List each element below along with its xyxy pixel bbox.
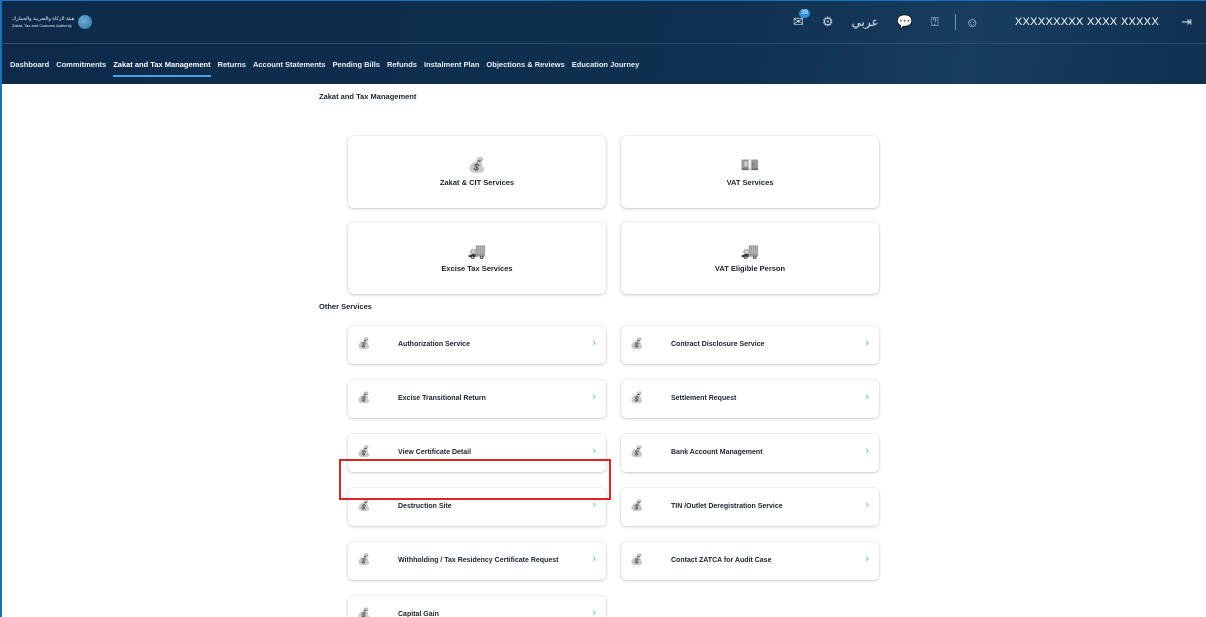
- logout-icon[interactable]: ⇥: [1181, 14, 1192, 30]
- header-top-bar: هيئة الزكاة والضريبة والجمارك Zakat, Tax…: [2, 1, 1206, 43]
- money-hand-icon: 💰: [357, 608, 371, 617]
- other-services-title: Other Services: [319, 302, 372, 311]
- other-service-label: TIN /Outlet Deregistration Service: [671, 503, 783, 510]
- chevron-right-icon: ›: [865, 391, 869, 403]
- service-card-excise-tax-services[interactable]: 🚚 Excise Tax Services: [348, 222, 606, 294]
- other-service-authorization-service[interactable]: 💰 Authorization Service ›: [348, 326, 606, 364]
- user-avatar-icon[interactable]: ☺: [966, 15, 979, 30]
- app-root: هيئة الزكاة والضريبة والجمارك Zakat, Tax…: [0, 0, 1206, 617]
- other-service-tin-outlet-deregistration-service[interactable]: 💰 TIN /Outlet Deregistration Service ›: [621, 488, 879, 526]
- other-service-label: Withholding / Tax Residency Certificate …: [398, 557, 559, 564]
- money-hand-icon: 💰: [467, 156, 487, 174]
- logo-english-text: Zakat, Tax and Customs Authority: [12, 23, 72, 28]
- nav-item-dashboard[interactable]: Dashboard: [10, 60, 49, 69]
- other-service-withholding-tax-residency-certificate-request[interactable]: 💰 Withholding / Tax Residency Certificate…: [348, 542, 606, 580]
- money-hand-icon: 💰: [357, 338, 371, 350]
- other-service-label: Bank Account Management: [671, 449, 763, 456]
- chat-icon[interactable]: 💬: [897, 14, 913, 30]
- money-hand-icon: 💰: [630, 338, 644, 350]
- help-icon[interactable]: ⍰: [931, 14, 939, 30]
- chevron-right-icon: ›: [865, 499, 869, 511]
- other-service-label: Authorization Service: [398, 341, 470, 348]
- logo-emblem-icon: [78, 15, 93, 29]
- truck-icon: 🚚: [467, 242, 487, 260]
- nav-item-account-statements[interactable]: Account Statements: [253, 60, 326, 69]
- other-service-label: Excise Transitional Return: [398, 395, 486, 402]
- service-card-label: VAT Eligible Person: [714, 263, 786, 273]
- other-service-label: Destruction Site: [398, 503, 452, 510]
- nav-item-returns[interactable]: Returns: [218, 60, 246, 69]
- logo-arabic-text: هيئة الزكاة والضريبة والجمارك: [12, 16, 75, 22]
- notification-badge: 39: [799, 9, 810, 18]
- money-hand-icon: 💰: [630, 554, 644, 566]
- nav-item-zakat-and-tax-management[interactable]: Zakat and Tax Management: [113, 60, 211, 77]
- username-label[interactable]: XXXXXXXXX XXXX XXXXX: [1015, 16, 1159, 28]
- header: هيئة الزكاة والضريبة والجمارك Zakat, Tax…: [2, 1, 1206, 84]
- money-hand-icon: 💰: [357, 500, 371, 512]
- service-card-vat-eligible-person[interactable]: 🚚 VAT Eligible Person: [621, 222, 879, 294]
- chevron-right-icon: ›: [865, 553, 869, 565]
- other-service-label: Contract Disclosure Service: [671, 341, 765, 348]
- chevron-right-icon: ›: [592, 391, 596, 403]
- nav-item-pending-bills[interactable]: Pending Bills: [332, 60, 380, 69]
- other-service-label: View Certificate Detail: [398, 449, 472, 456]
- nav-item-education-journey[interactable]: Education Journey: [572, 60, 640, 69]
- service-card-zakat-cit-services[interactable]: 💰 Zakat & CIT Services: [348, 136, 606, 208]
- service-card-label: Excise Tax Services: [441, 263, 513, 273]
- nav-item-commitments[interactable]: Commitments: [56, 60, 106, 69]
- money-hand-icon: 💰: [630, 446, 644, 458]
- chevron-right-icon: ›: [592, 553, 596, 565]
- money-hand-icon: 💰: [357, 392, 371, 404]
- main-nav: Dashboard Commitments Zakat and Tax Manage…: [2, 44, 646, 84]
- money-hand-icon: 💰: [630, 500, 644, 512]
- mail-icon[interactable]: ✉ 39: [793, 9, 810, 30]
- page-title: Zakat and Tax Management: [319, 92, 417, 101]
- service-card-label: Zakat & CIT Services: [439, 177, 515, 187]
- chevron-right-icon: ›: [592, 499, 596, 511]
- chevron-right-icon: ›: [592, 337, 596, 349]
- other-service-contract-disclosure-service[interactable]: 💰 Contract Disclosure Service ›: [621, 326, 879, 364]
- money-hand-icon: 💰: [630, 392, 644, 404]
- other-service-label: Contact ZATCA for Audit Case: [671, 557, 772, 564]
- header-actions: ✉ 39 ⚙ عربي 💬 ⍰ ☺ XXXXXXXXX XXXX XXXXX ⇥: [775, 1, 1206, 43]
- other-service-excise-transitional-return[interactable]: 💰 Excise Transitional Return ›: [348, 380, 606, 418]
- logo-text: هيئة الزكاة والضريبة والجمارك Zakat, Tax…: [12, 16, 74, 28]
- other-service-settlement-request[interactable]: 💰 Settlement Request ›: [621, 380, 879, 418]
- header-separator: [954, 14, 956, 30]
- service-card-vat-services[interactable]: 💵 VAT Services: [621, 136, 879, 208]
- other-service-bank-account-management[interactable]: 💰 Bank Account Management ›: [621, 434, 879, 472]
- language-toggle[interactable]: عربي: [852, 15, 879, 29]
- settings-gears-icon[interactable]: ⚙: [822, 14, 834, 30]
- other-service-label: Capital Gain: [398, 611, 439, 617]
- money-hand-icon: 💰: [357, 554, 371, 566]
- money-hand-icon: 💰: [357, 446, 371, 458]
- chevron-right-icon: ›: [865, 445, 869, 457]
- other-service-view-certificate-detail[interactable]: 💰 View Certificate Detail ›: [348, 434, 606, 472]
- other-service-capital-gain[interactable]: 💰 Capital Gain ›: [348, 596, 606, 617]
- chevron-right-icon: ›: [592, 607, 596, 617]
- service-card-label: VAT Services: [726, 177, 774, 187]
- chevron-right-icon: ›: [865, 337, 869, 349]
- nav-item-refunds[interactable]: Refunds: [387, 60, 417, 69]
- other-service-label: Settlement Request: [671, 395, 737, 402]
- main-content: Zakat and Tax Management 💰 Zakat & CIT Se…: [2, 84, 1206, 617]
- nav-item-objections-reviews[interactable]: Objections & Reviews: [486, 60, 564, 69]
- chevron-right-icon: ›: [592, 445, 596, 457]
- truck-icon: 🚚: [740, 242, 760, 260]
- money-stack-icon: 💵: [740, 156, 760, 174]
- zatca-logo[interactable]: هيئة الزكاة والضريبة والجمارك Zakat, Tax…: [12, 15, 93, 29]
- other-service-destruction-site[interactable]: 💰 Destruction Site ›: [348, 488, 606, 526]
- nav-item-instalment-plan[interactable]: Instalment Plan: [424, 60, 479, 69]
- other-service-contact-zatca-for-audit-case[interactable]: 💰 Contact ZATCA for Audit Case ›: [621, 542, 879, 580]
